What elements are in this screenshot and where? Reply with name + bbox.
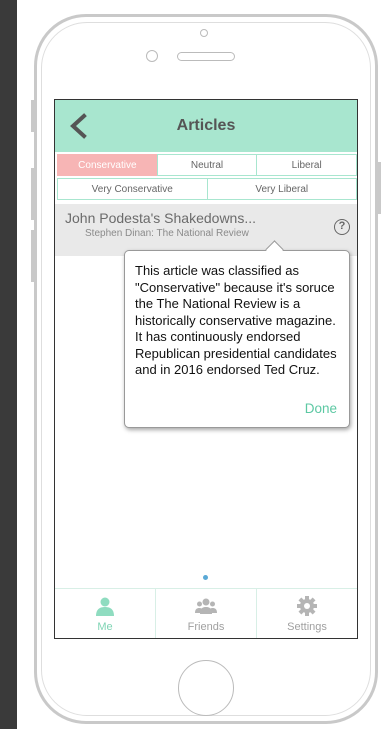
filter-very-conservative[interactable]: Very Conservative — [57, 178, 208, 200]
filter-row-2: Very Conservative Very Liberal — [57, 178, 357, 200]
tab-me-label: Me — [97, 621, 113, 633]
tab-me[interactable]: Me — [55, 589, 155, 638]
filter-neutral[interactable]: Neutral — [156, 154, 258, 176]
tab-settings[interactable]: Settings — [256, 589, 357, 638]
volume-up-button — [31, 168, 34, 220]
volume-down-button — [31, 230, 34, 282]
page-title: Articles — [176, 117, 236, 134]
sensor-icon — [200, 29, 208, 37]
mute-switch — [31, 100, 34, 132]
tab-settings-label: Settings — [287, 621, 327, 633]
filter-conservative[interactable]: Conservative — [57, 154, 158, 176]
person-icon — [96, 597, 114, 616]
done-button[interactable]: Done — [305, 401, 337, 416]
tab-friends[interactable]: Friends — [155, 589, 256, 638]
filter-liberal[interactable]: Liberal — [256, 154, 357, 176]
tab-friends-label: Friends — [187, 621, 225, 633]
app-screen: Articles Conservative Neutral Liberal Ve… — [54, 99, 358, 639]
filter-very-liberal[interactable]: Very Liberal — [206, 178, 357, 200]
group-icon — [195, 598, 217, 614]
chevron-left-icon[interactable] — [67, 113, 91, 139]
navigation-bar: Articles — [55, 100, 357, 152]
earpiece-speaker — [177, 52, 235, 61]
filter-row-1: Conservative Neutral Liberal — [57, 154, 357, 176]
front-camera-icon — [146, 50, 158, 62]
question-mark-icon[interactable]: ? — [334, 219, 350, 235]
popover-message: This article was classified as "Conserva… — [135, 263, 337, 377]
page-indicator — [203, 575, 208, 580]
home-button[interactable] — [178, 660, 234, 716]
classification-popover: This article was classified as "Conserva… — [124, 250, 350, 428]
power-button — [378, 162, 381, 214]
article-byline: Stephen Dinan: The National Review — [85, 228, 249, 239]
article-title: John Podesta's Shakedowns... — [65, 210, 257, 226]
article-list-item[interactable]: John Podesta's Shakedowns... Stephen Din… — [55, 204, 357, 256]
tab-bar: Me Friends Settings — [55, 588, 357, 638]
gear-icon — [297, 596, 317, 616]
